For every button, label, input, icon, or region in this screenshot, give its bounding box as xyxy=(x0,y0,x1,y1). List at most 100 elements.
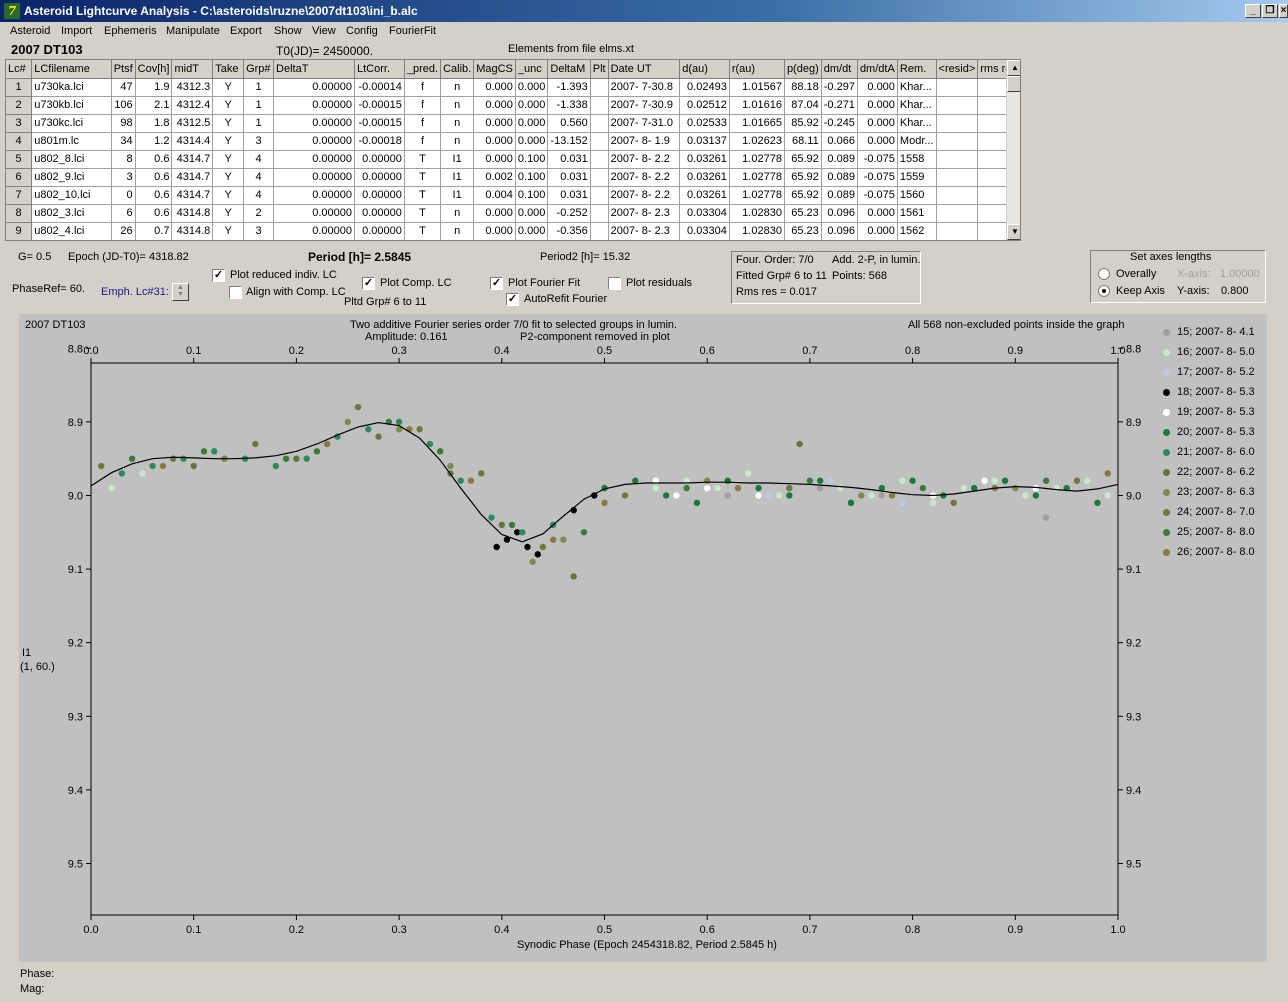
table-cell[interactable]: 65.92 xyxy=(784,150,822,169)
plot-fourier-checkbox[interactable]: ✓ xyxy=(490,277,503,290)
table-cell[interactable]: n xyxy=(440,222,475,240)
table-cell[interactable] xyxy=(936,222,979,240)
table-cell[interactable]: -0.00014 xyxy=(354,78,405,97)
lightcurve-plot[interactable]: 0.0 0.0 0.1 0.1 0.2 0.2 0.3 0.3 0.4 0.4 0.5 0.5 0.6 0… xyxy=(19,314,1267,962)
lightcurve-table[interactable]: Lc# LCfilename Ptsf Cov[h] midT Take Grp# Delta… xyxy=(5,59,1021,241)
table-cell[interactable]: 1.02778 xyxy=(729,186,785,205)
table-cell[interactable]: 1.01616 xyxy=(729,96,785,115)
table-cell[interactable]: u802_8.lci xyxy=(31,150,112,169)
table-cell[interactable]: 1.01665 xyxy=(729,114,785,133)
table-cell[interactable]: f xyxy=(404,114,442,133)
restore-button[interactable]: ❐ xyxy=(1262,4,1278,18)
menu-asteroid[interactable]: Asteroid xyxy=(10,25,50,37)
table-cell[interactable] xyxy=(936,150,979,169)
table-cell[interactable]: 0.7 xyxy=(135,222,173,240)
table-cell[interactable]: 0.000 xyxy=(515,96,549,115)
table-cell[interactable]: Y xyxy=(212,114,245,133)
column-header[interactable]: Calib. xyxy=(440,60,475,79)
table-cell[interactable]: 0.100 xyxy=(515,186,549,205)
column-header[interactable]: LCfilename xyxy=(31,60,112,79)
column-header[interactable]: Plt xyxy=(590,60,609,79)
menu-manipulate[interactable]: Manipulate xyxy=(166,25,220,37)
table-cell[interactable]: f xyxy=(404,132,442,151)
table-cell[interactable] xyxy=(590,186,609,205)
table-cell[interactable]: 2007- 7-31.0 xyxy=(608,114,681,133)
period-value[interactable]: Period [h]= 2.5845 xyxy=(308,250,411,264)
table-cell[interactable]: 1.9 xyxy=(135,78,173,97)
column-header[interactable]: midT xyxy=(171,60,214,79)
table-cell[interactable]: -0.271 xyxy=(821,96,858,115)
table-cell[interactable]: 0.6 xyxy=(135,150,173,169)
table-cell[interactable]: 0.000 xyxy=(515,132,549,151)
table-cell[interactable]: T xyxy=(404,222,442,240)
table-cell[interactable]: 0.00000 xyxy=(354,222,405,240)
table-cell[interactable]: Y xyxy=(212,204,245,223)
table-cell[interactable] xyxy=(936,96,979,115)
table-cell[interactable]: 0.000 xyxy=(515,222,549,240)
period2-value[interactable]: Period2 [h]= 15.32 xyxy=(540,251,630,263)
table-row[interactable]: 1 u730ka.lci 47 1.9 4312.3 Y 1 0.00000 -0.00014 f… xyxy=(6,78,1020,97)
lightcurve-plot-panel[interactable]: 0.0 0.0 0.1 0.1 0.2 0.2 0.3 0.3 0.4 0.4 0.5 0.5 0.6 0… xyxy=(19,314,1267,962)
column-header[interactable]: _unc xyxy=(515,60,549,79)
table-cell[interactable]: -0.297 xyxy=(821,78,858,97)
table-cell[interactable]: 2007- 8- 2.2 xyxy=(608,168,681,187)
table-cell[interactable]: 0.089 xyxy=(821,150,858,169)
table-cell[interactable]: 0.03261 xyxy=(679,150,730,169)
table-cell[interactable]: 65.92 xyxy=(784,168,822,187)
table-cell[interactable]: Khar... xyxy=(897,96,937,115)
emph-lc-spinner[interactable]: ▲ ▼ xyxy=(172,283,189,301)
table-cell[interactable] xyxy=(936,204,979,223)
table-cell[interactable]: 3 xyxy=(111,168,136,187)
table-cell[interactable]: 65.23 xyxy=(784,204,822,223)
table-cell[interactable]: 65.92 xyxy=(784,186,822,205)
table-row[interactable]: 6 u802_9.lci 3 0.6 4314.7 Y 4 0.00000 0.00000 T I1… xyxy=(6,168,1020,187)
table-cell[interactable]: -0.075 xyxy=(857,150,898,169)
column-header[interactable]: MagCS xyxy=(473,60,516,79)
column-header[interactable]: p(deg) xyxy=(784,60,822,79)
table-cell[interactable]: 0.000 xyxy=(515,114,549,133)
overally-radio[interactable] xyxy=(1098,268,1110,280)
column-header[interactable]: DeltaM xyxy=(547,60,591,79)
table-cell[interactable]: 68.11 xyxy=(784,132,822,151)
table-cell[interactable]: 0.6 xyxy=(135,168,173,187)
table-cell[interactable]: 0 xyxy=(111,186,136,205)
table-cell[interactable]: 9 xyxy=(6,222,33,240)
menu-show[interactable]: Show xyxy=(274,25,302,37)
table-cell[interactable]: 0.000 xyxy=(473,96,516,115)
table-cell[interactable]: u730ka.lci xyxy=(31,78,112,97)
table-cell[interactable]: Y xyxy=(212,150,245,169)
table-cell[interactable]: 0.00000 xyxy=(273,78,355,97)
table-cell[interactable]: 4 xyxy=(6,132,33,151)
table-cell[interactable]: -0.356 xyxy=(547,222,591,240)
table-cell[interactable]: T xyxy=(404,186,442,205)
table-cell[interactable]: Y xyxy=(212,186,245,205)
table-cell[interactable]: 0.02512 xyxy=(679,96,730,115)
table-cell[interactable]: 1.01567 xyxy=(729,78,785,97)
table-cell[interactable]: 0.000 xyxy=(857,96,898,115)
table-cell[interactable]: 26 xyxy=(111,222,136,240)
table-cell[interactable]: 1559 xyxy=(897,168,937,187)
table-cell[interactable] xyxy=(936,78,979,97)
table-cell[interactable]: 2007- 8- 2.3 xyxy=(608,222,681,240)
column-header[interactable]: d(au) xyxy=(679,60,730,79)
table-cell[interactable]: 4314.4 xyxy=(171,132,214,151)
table-cell[interactable] xyxy=(590,168,609,187)
table-row[interactable]: 3 u730kc.lci 98 1.8 4312.5 Y 1 0.00000 -0.00015 f… xyxy=(6,114,1020,133)
table-cell[interactable]: 6 xyxy=(111,204,136,223)
table-cell[interactable]: I1 xyxy=(440,150,475,169)
plot-comp-checkbox[interactable]: ✓ xyxy=(362,277,375,290)
table-cell[interactable]: 4314.8 xyxy=(171,204,214,223)
table-cell[interactable]: -0.075 xyxy=(857,186,898,205)
table-cell[interactable]: 0.000 xyxy=(857,222,898,240)
menu-config[interactable]: Config xyxy=(346,25,378,37)
table-cell[interactable] xyxy=(590,78,609,97)
x-axis-value[interactable]: 1.00000 xyxy=(1220,268,1260,280)
table-cell[interactable]: 0.100 xyxy=(515,150,549,169)
table-cell[interactable]: u802_3.lci xyxy=(31,204,112,223)
table-cell[interactable]: u730kb.lci xyxy=(31,96,112,115)
table-cell[interactable]: 0.00000 xyxy=(273,150,355,169)
table-cell[interactable]: 0.00000 xyxy=(273,168,355,187)
column-header[interactable]: _pred. xyxy=(404,60,442,79)
table-cell[interactable]: -13.152 xyxy=(547,132,591,151)
table-row[interactable]: 2 u730kb.lci 106 2.1 4312.4 Y 1 0.00000 -0.00015… xyxy=(6,96,1020,115)
